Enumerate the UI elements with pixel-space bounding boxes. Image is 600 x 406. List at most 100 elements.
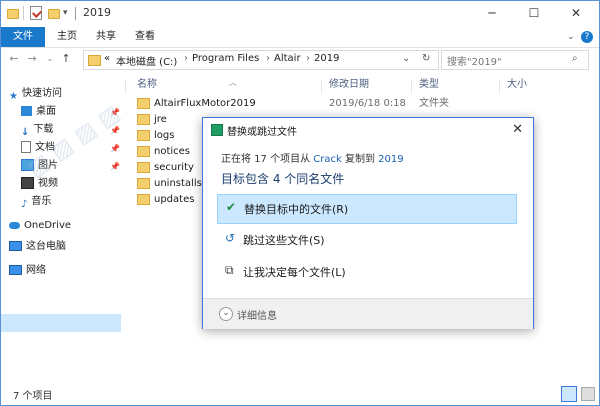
forward-button[interactable]: →: [25, 52, 39, 66]
tab-share[interactable]: 共享: [96, 27, 116, 47]
folder-icon: [88, 55, 101, 66]
desktop-icon: [21, 106, 32, 116]
large-icons-view-icon[interactable]: [581, 387, 595, 401]
video-icon: [21, 177, 34, 189]
divider: [75, 7, 76, 20]
tab-view[interactable]: 查看: [135, 27, 155, 47]
folder-icon: [137, 177, 150, 189]
expand-ribbon-icon[interactable]: ⌄: [567, 27, 575, 47]
dialog-heading: 目标包含 4 个同名文件: [221, 172, 345, 186]
more-details-toggle[interactable]: 详细信息: [237, 307, 277, 322]
address-dropdown-icon[interactable]: ⌄: [402, 53, 410, 64]
copy-info-middle: 复制到: [344, 154, 375, 165]
nav-label: 音乐: [31, 196, 52, 207]
properties-icon[interactable]: [30, 6, 42, 20]
source-folder-link[interactable]: Crack: [313, 154, 342, 165]
dialog-footer: ⌄ 详细信息: [203, 298, 533, 329]
option-label: 替换目标中的文件(R): [244, 203, 349, 216]
nav-item-onedrive[interactable]: OneDrive: [9, 217, 71, 235]
details-view-icon[interactable]: [561, 386, 577, 402]
breadcrumb-separator: ›: [306, 53, 310, 64]
folder-icon: [137, 161, 150, 173]
help-icon[interactable]: ?: [581, 31, 593, 43]
nav-label: 桌面: [36, 106, 56, 117]
breadcrumb-2019[interactable]: 2019: [314, 53, 339, 64]
dialog-close-button[interactable]: ✕: [512, 122, 523, 137]
title-bar: ▾ 2019 ─ ☐ ✕: [1, 1, 599, 27]
folder-icon: [7, 9, 19, 19]
tab-home[interactable]: 主页: [57, 27, 77, 47]
breadcrumb-altair[interactable]: Altair: [274, 53, 301, 64]
item-count: 7 个项目: [13, 391, 53, 402]
breadcrumb-program-files[interactable]: Program Files: [192, 53, 259, 64]
file-row[interactable]: jre: [137, 112, 167, 128]
replace-files-option[interactable]: ✔ 替换目标中的文件(R): [217, 194, 517, 224]
search-placeholder: 搜索"2019": [447, 57, 502, 68]
nav-item-desktop[interactable]: 桌面: [21, 103, 56, 121]
chevron-down-icon[interactable]: ⌄: [219, 307, 233, 321]
document-icon: [21, 141, 31, 153]
star-icon: ★: [9, 91, 18, 102]
file-row[interactable]: security: [137, 160, 194, 176]
nav-item-this-pc[interactable]: 这台电脑: [9, 238, 66, 256]
recent-locations-icon[interactable]: ⌄: [43, 52, 57, 66]
file-row[interactable]: uninstalls: [137, 176, 202, 192]
check-mark-icon: [32, 8, 42, 18]
file-row[interactable]: logs: [137, 128, 174, 144]
file-name: notices: [154, 146, 191, 157]
destination-folder-link[interactable]: 2019: [378, 154, 403, 165]
folder-icon: [137, 193, 150, 205]
nav-item-network[interactable]: 网络: [9, 262, 46, 280]
status-bar: 7 个项目: [1, 383, 599, 405]
address-bar[interactable]: « 本地磁盘 (C:) › Program Files › Altair › 2…: [83, 50, 439, 70]
skip-icon: ↺: [225, 231, 236, 245]
search-input[interactable]: 搜索"2019" ⌕: [441, 50, 589, 70]
dialog-title-bar: 替换或跳过文件 ✕: [203, 118, 533, 142]
breadcrumb-overflow[interactable]: «: [104, 53, 110, 64]
back-button[interactable]: ←: [7, 52, 21, 66]
file-name: logs: [154, 130, 175, 141]
divider: [411, 79, 412, 93]
breadcrumb-local-disk[interactable]: 本地磁盘 (C:): [116, 53, 177, 68]
breadcrumb-separator: ›: [184, 53, 188, 64]
nav-item-downloads[interactable]: ↓ 下载: [21, 121, 53, 139]
file-name: AltairFluxMotor2019: [154, 98, 256, 109]
new-folder-icon[interactable]: [48, 9, 60, 19]
tab-file[interactable]: 文件: [1, 27, 45, 47]
copy-info: 正在将 17 个项目从 Crack 复制到 2019: [221, 150, 404, 165]
file-type: 文件夹: [419, 98, 449, 109]
nav-label: 下载: [33, 124, 54, 135]
nav-item-quick-access[interactable]: ★ 快速访问: [9, 85, 62, 103]
download-icon: ↓: [21, 127, 30, 138]
breadcrumb-separator: ›: [266, 53, 270, 64]
file-row[interactable]: notices: [137, 144, 190, 160]
compare-icon: ⧉: [225, 263, 234, 277]
option-label: 跳过这些文件(S): [243, 234, 325, 247]
divider: [23, 6, 24, 20]
column-header-date[interactable]: 修改日期: [329, 77, 369, 93]
close-button[interactable]: ✕: [555, 1, 597, 27]
pin-icon: 📌: [110, 144, 120, 153]
column-header-size[interactable]: 大小: [507, 77, 527, 93]
nav-label: 网络: [26, 265, 46, 276]
up-button[interactable]: ↑: [59, 52, 73, 66]
maximize-button[interactable]: ☐: [513, 1, 555, 27]
search-icon: ⌕: [572, 53, 578, 64]
column-header-name[interactable]: 名称: [137, 77, 157, 93]
refresh-icon[interactable]: ↻: [422, 53, 430, 64]
nav-item-music[interactable]: ♪ 音乐: [21, 193, 51, 211]
column-header-type[interactable]: 类型: [419, 77, 439, 93]
sort-ascending-icon: ︿: [229, 78, 237, 87]
network-icon: [9, 265, 22, 275]
file-row[interactable]: updates: [137, 192, 194, 208]
folder-icon: [137, 145, 150, 157]
skip-files-option[interactable]: ↺ 跳过这些文件(S): [217, 226, 515, 254]
file-date: 2019/6/18 0:18: [329, 98, 406, 109]
replace-skip-dialog: 替换或跳过文件 ✕ 正在将 17 个项目从 Crack 复制到 2019 目标包…: [202, 117, 534, 329]
divider: [499, 79, 500, 93]
file-row[interactable]: AltairFluxMotor2019: [137, 96, 256, 112]
file-name: jre: [154, 114, 167, 125]
quick-access-dropdown-icon[interactable]: ▾: [63, 8, 68, 18]
decide-each-file-option[interactable]: ⧉ 让我决定每个文件(L): [217, 258, 515, 286]
minimize-button[interactable]: ─: [471, 1, 513, 27]
